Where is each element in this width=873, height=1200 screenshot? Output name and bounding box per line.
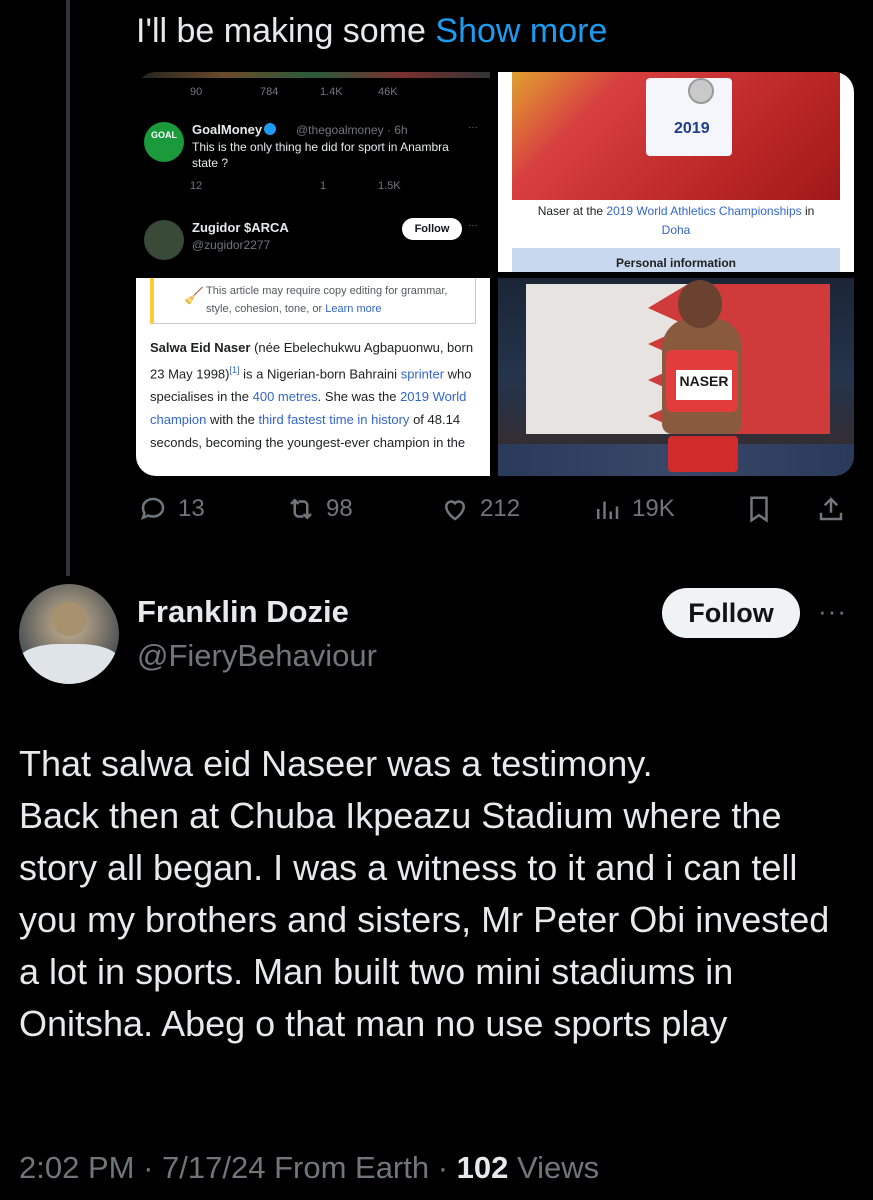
bib-year: 2019 — [674, 120, 710, 137]
wiki-caption: Naser at the 2019 World Athletics Champi… — [537, 204, 815, 237]
athlete-head — [678, 280, 722, 328]
medal-icon — [688, 78, 714, 104]
goalmoney-stats-row: 12 1 1.5K — [190, 180, 401, 192]
like-action[interactable]: 212 — [440, 494, 520, 524]
media-athlete-photo[interactable]: NASER — [498, 278, 854, 476]
athlete-bib: NASER — [676, 370, 732, 400]
goalmoney-handle: @thegoalmoney · 6h — [296, 123, 408, 137]
tweet-source: From Earth — [274, 1150, 430, 1185]
media-wiki-photo-caption[interactable]: 2019 Naser at the 2019 World Athletics C… — [498, 72, 854, 272]
show-more-link[interactable]: Show more — [435, 12, 607, 50]
media-wiki-article[interactable]: 🧹 This article may require copy editing … — [136, 278, 490, 476]
zugidor-avatar — [144, 220, 184, 260]
reply-action[interactable]: 13 — [138, 494, 205, 524]
media-grid[interactable]: 90 784 1.4K 46K GOAL GoalMoney @thegoalm… — [136, 72, 854, 476]
goalmoney-avatar: GOAL — [144, 122, 184, 162]
repost-count: 98 — [326, 495, 353, 522]
nested-reply-count: 90 — [190, 86, 203, 98]
reply-icon — [140, 497, 165, 520]
heart-icon — [444, 500, 466, 521]
verified-badge-icon — [264, 123, 277, 135]
goalmoney-name: GoalMoney — [192, 122, 277, 137]
tweet-date[interactable]: 7/17/24 — [162, 1150, 265, 1185]
follow-button[interactable]: Follow — [662, 588, 800, 638]
repost-action[interactable]: 98 — [286, 494, 353, 524]
nested-like-count: 1.4K — [320, 86, 343, 98]
share-action[interactable] — [816, 494, 856, 524]
bookmark-icon — [750, 496, 768, 523]
more-options-icon[interactable]: ··· — [818, 596, 847, 627]
personal-info-header: Personal information — [512, 248, 840, 272]
nested-more-icon: ··· — [468, 122, 478, 133]
views-count: 19K — [632, 495, 675, 522]
zugidor-handle: @zugidor2277 — [192, 238, 271, 252]
views-action[interactable]: 19K — [592, 494, 675, 524]
views-chart-icon — [597, 501, 619, 519]
broom-icon: 🧹 — [184, 288, 204, 305]
nested-more-icon-2: ··· — [468, 220, 478, 231]
goalmoney-text: This is the only thing he did for sport … — [192, 140, 449, 170]
like-count: 212 — [480, 495, 521, 522]
reply-count: 13 — [178, 495, 205, 522]
nested-repost-count: 784 — [260, 86, 279, 98]
avatar-teddy-bear — [51, 602, 87, 636]
repost-icon — [290, 498, 312, 520]
tweet-body: That salwa eid Naseer was a testimony. B… — [19, 743, 830, 1044]
media-nested-tweet-screenshot[interactable]: 90 784 1.4K 46K GOAL GoalMoney @thegoalm… — [136, 72, 490, 272]
truncated-text: I'll be making some — [136, 12, 426, 50]
share-icon — [819, 497, 843, 521]
image-strip — [136, 72, 490, 78]
article-body: Salwa Eid Naser (née Ebelechukwu Agbapuo… — [150, 340, 474, 451]
nested-stats-row: 90 784 1.4K 46K — [190, 86, 490, 98]
zugidor-name: Zugidor $ARCA — [192, 220, 289, 235]
author-handle[interactable]: @FieryBehaviour — [137, 638, 377, 674]
author-name[interactable]: Franklin Dozie — [137, 594, 349, 630]
nested-view-count: 46K — [378, 86, 398, 98]
views-label: Views — [517, 1150, 600, 1185]
athlete-shorts — [668, 436, 738, 472]
quoted-tweet-text: I'll be making some Show more — [136, 12, 607, 51]
avatar-bathtub — [19, 644, 119, 684]
nested-follow-button: Follow — [402, 218, 462, 240]
thread-connector-line — [66, 0, 70, 576]
tweet-time[interactable]: 2:02 PM — [19, 1150, 134, 1185]
views-number: 102 — [456, 1150, 509, 1185]
quoted-tweet-actions: 13 98 212 19K — [0, 494, 873, 532]
notice-text: This article may require copy editing fo… — [206, 285, 448, 315]
avatar[interactable] — [19, 584, 119, 684]
tweet-metadata: 2:02 PM · 7/17/24 From Earth · 102 Views — [19, 1150, 600, 1185]
bookmark-action[interactable] — [744, 494, 784, 524]
